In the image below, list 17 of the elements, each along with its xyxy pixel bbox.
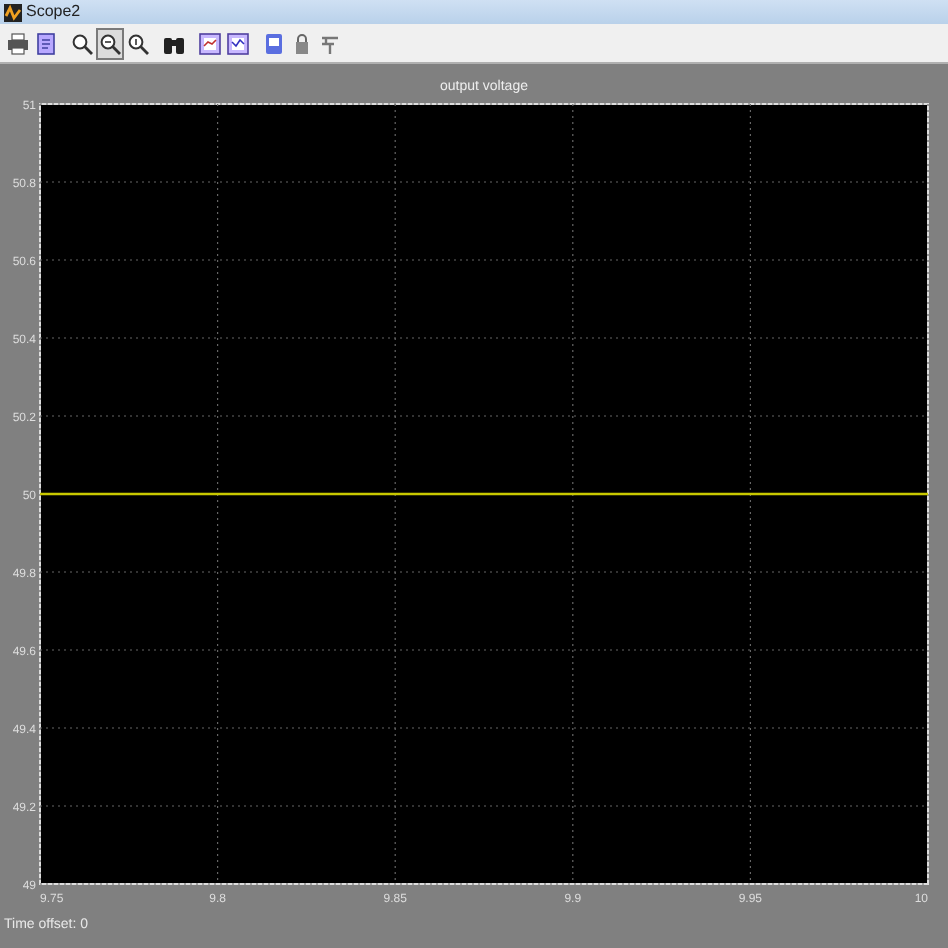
signal-icon [318,31,342,55]
lock-icon [290,31,314,55]
printer-button[interactable] [4,27,32,59]
axes-icon [198,31,222,55]
window-icon [262,31,286,55]
axes-icon [226,31,250,55]
magnifier-icon [126,31,150,55]
app-icon [4,3,22,21]
document-button[interactable] [32,27,60,59]
magnifier-icon [98,31,122,55]
magnifier-button[interactable] [96,27,124,59]
window-title: Scope2 [26,0,81,24]
document-icon [34,31,58,55]
axes-button[interactable] [224,27,252,59]
axes-button[interactable] [196,27,224,59]
magnifier-icon [70,31,94,55]
printer-icon [6,31,30,55]
